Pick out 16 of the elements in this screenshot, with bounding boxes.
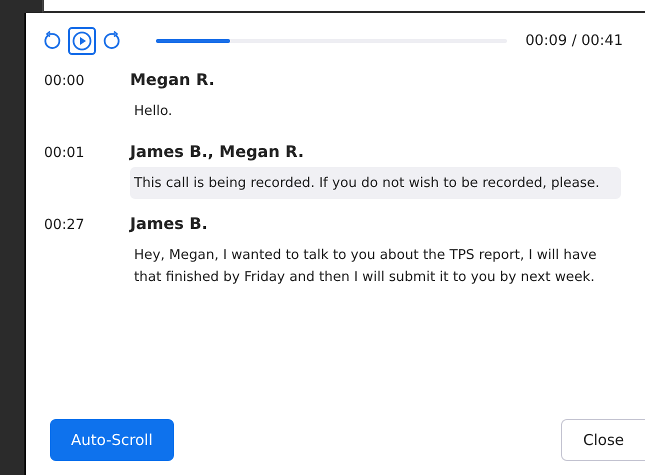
speaker-names: Megan R. <box>130 69 216 91</box>
timestamp: 00:00 <box>43 72 86 91</box>
transcript-text: This call is being recorded. If you do not wish to be recorded, please. <box>130 167 621 199</box>
transcript-text: Hello. <box>133 102 174 121</box>
speaker-names: James B. <box>130 213 209 235</box>
transcript-text: Hey, Megan, I wanted to talk to you about the TPS report, I will have that finished by Friday and then I will submit it to you by next week. <box>133 246 598 287</box>
play-button[interactable] <box>68 27 96 55</box>
auto-scroll-button[interactable]: Auto-Scroll <box>50 419 174 461</box>
timestamp: 00:01 <box>43 144 86 163</box>
rewind-icon <box>42 31 62 51</box>
play-icon <box>72 31 92 51</box>
forward-icon <box>102 31 122 51</box>
playback-time: 00:09 / 00:41 <box>525 33 623 49</box>
timestamp: 00:27 <box>43 216 86 235</box>
speaker-names: James B., Megan R. <box>130 141 305 163</box>
close-button[interactable]: Close <box>561 419 645 461</box>
